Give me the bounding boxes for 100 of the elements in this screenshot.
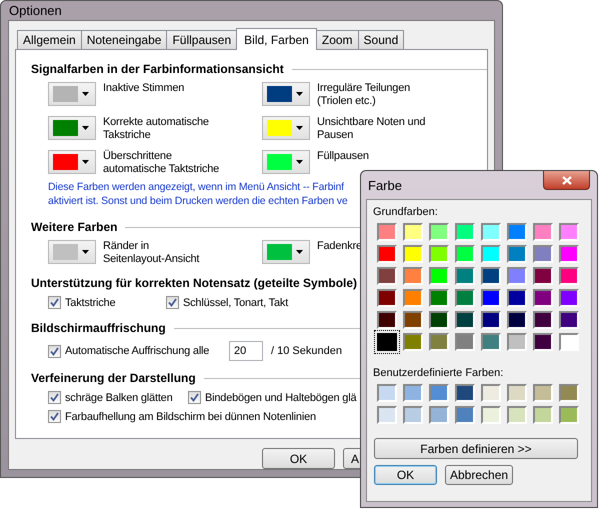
interval-field[interactable]: 20 <box>229 341 263 361</box>
color-label: Irreguläre Teilungen (Triolen etc.) <box>317 82 410 108</box>
define-colors-button[interactable]: Farben definieren >> <box>374 438 578 459</box>
color-swatch[interactable] <box>533 223 553 241</box>
checkbox[interactable] <box>48 344 61 358</box>
dropdown-arrow-icon <box>296 250 303 254</box>
tab[interactable]: Sound <box>358 30 404 49</box>
color-swatch[interactable] <box>559 406 579 424</box>
color-swatch[interactable] <box>429 311 449 329</box>
color-swatch[interactable] <box>403 311 423 329</box>
checkbox[interactable] <box>48 410 61 423</box>
color-swatch[interactable] <box>377 223 397 241</box>
color-swatch[interactable] <box>533 311 553 329</box>
color-swatch[interactable] <box>403 406 423 424</box>
section-heading: Unterstützung für korrekten Notensatz (geteilte Symbole) <box>31 276 358 290</box>
color-swatch[interactable] <box>507 384 527 402</box>
color-swatch[interactable] <box>507 406 527 424</box>
color-swatch[interactable] <box>455 406 475 424</box>
checkbox[interactable] <box>48 391 61 404</box>
color-swatch[interactable] <box>403 267 423 285</box>
color-swatch[interactable] <box>403 245 423 263</box>
color-swatch[interactable] <box>377 406 397 424</box>
dialog-button[interactable]: OK <box>262 448 335 469</box>
color-swatch[interactable] <box>429 384 449 402</box>
color-swatch[interactable] <box>377 289 397 307</box>
color-swatch[interactable] <box>377 311 397 329</box>
color-swatch[interactable] <box>481 384 501 402</box>
color-swatch[interactable] <box>455 289 475 307</box>
color-dropdown[interactable] <box>262 82 310 106</box>
color-swatch[interactable] <box>403 333 423 351</box>
color-swatch[interactable] <box>559 384 579 402</box>
color-swatch[interactable] <box>533 267 553 285</box>
color-swatch[interactable] <box>403 384 423 402</box>
color-swatch[interactable] <box>481 406 501 424</box>
color-swatch[interactable] <box>429 289 449 307</box>
section-label: Benutzerdefinierte Farben: <box>373 367 504 379</box>
dialog-button[interactable]: OK <box>374 465 437 485</box>
color-swatch[interactable] <box>377 245 397 263</box>
color-swatch[interactable] <box>403 223 423 241</box>
color-swatch[interactable] <box>481 267 501 285</box>
color-swatch[interactable] <box>481 333 501 351</box>
color-swatch[interactable] <box>481 245 501 263</box>
checkbox-label: Automatische Auffrischung alle <box>65 345 210 357</box>
checkbox-label: Farbaufhellung am Bildschirm bei dünnen Notenlinien <box>65 410 316 422</box>
color-swatch[interactable] <box>507 333 527 351</box>
color-dropdown[interactable] <box>262 240 310 264</box>
color-dropdown[interactable] <box>262 150 310 174</box>
color-swatch[interactable] <box>507 289 527 307</box>
color-swatch[interactable] <box>533 384 553 402</box>
color-swatch[interactable] <box>403 289 423 307</box>
color-swatch[interactable] <box>377 333 397 351</box>
color-swatch[interactable] <box>429 333 449 351</box>
color-dropdown[interactable] <box>48 240 96 264</box>
color-swatch[interactable] <box>455 223 475 241</box>
color-label: Überschrittene automatische Taktstriche <box>103 150 220 176</box>
color-swatch[interactable] <box>455 384 475 402</box>
color-swatch[interactable] <box>533 333 553 351</box>
color-swatch[interactable] <box>429 245 449 263</box>
tab[interactable]: Noteneingabe <box>80 30 168 49</box>
checkbox[interactable] <box>166 296 179 309</box>
color-swatch[interactable] <box>455 333 475 351</box>
close-button[interactable] <box>543 171 590 190</box>
tab[interactable]: Allgemein <box>17 30 82 49</box>
color-swatch[interactable] <box>559 311 579 329</box>
color-swatch[interactable] <box>429 267 449 285</box>
color-dropdown[interactable] <box>48 150 96 174</box>
color-swatch[interactable] <box>481 289 501 307</box>
color-swatch[interactable] <box>559 245 579 263</box>
color-swatch[interactable] <box>533 245 553 263</box>
color-swatch[interactable] <box>377 384 397 402</box>
color-swatch[interactable] <box>507 223 527 241</box>
color-swatch[interactable] <box>377 267 397 285</box>
color-swatch[interactable] <box>559 289 579 307</box>
tab[interactable]: Bild, Farben <box>236 28 317 50</box>
window-title: Optionen <box>9 3 62 18</box>
color-swatch[interactable] <box>559 333 579 351</box>
color-swatch[interactable] <box>429 223 449 241</box>
dialog-button[interactable]: Abbrechen <box>445 465 514 485</box>
checkbox[interactable] <box>188 391 201 404</box>
color-dropdown[interactable] <box>48 82 96 106</box>
color-swatch[interactable] <box>455 245 475 263</box>
color-dropdown[interactable] <box>262 116 310 140</box>
color-label: Inaktive Stimmen <box>103 82 184 95</box>
color-swatch[interactable] <box>533 289 553 307</box>
color-dropdown[interactable] <box>48 116 96 140</box>
checkbox[interactable] <box>48 296 61 309</box>
section-heading: Bildschirmauffrischung <box>31 321 166 335</box>
color-swatch[interactable] <box>455 311 475 329</box>
tab[interactable]: Zoom <box>316 30 359 49</box>
color-swatch[interactable] <box>481 223 501 241</box>
color-swatch[interactable] <box>429 406 449 424</box>
color-swatch[interactable] <box>533 406 553 424</box>
tab[interactable]: Füllpausen <box>166 30 238 49</box>
color-swatch[interactable] <box>507 311 527 329</box>
color-swatch[interactable] <box>507 245 527 263</box>
color-swatch[interactable] <box>455 267 475 285</box>
color-swatch[interactable] <box>507 267 527 285</box>
color-swatch[interactable] <box>481 311 501 329</box>
color-swatch[interactable] <box>559 223 579 241</box>
color-swatch[interactable] <box>559 267 579 285</box>
